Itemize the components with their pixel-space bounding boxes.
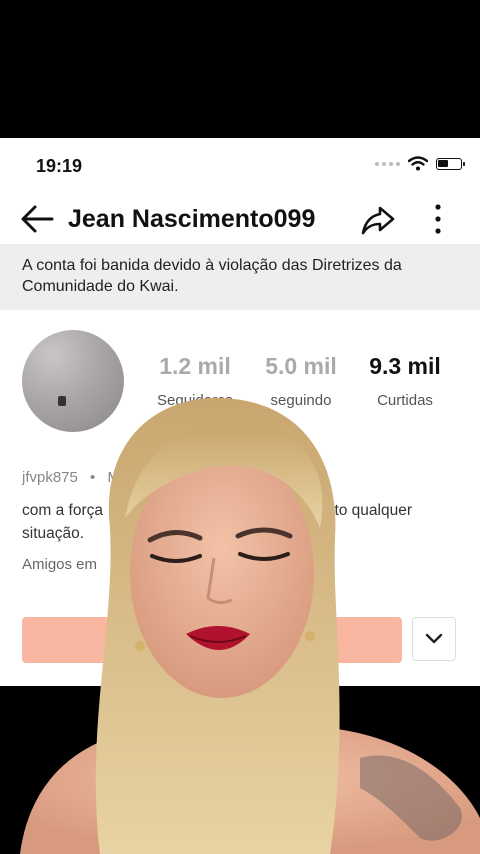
top-letterbox (0, 0, 480, 138)
back-arrow-icon[interactable] (20, 204, 56, 234)
status-bar: 19:19 (0, 138, 480, 190)
status-time: 19:19 (36, 156, 83, 176)
stat-value: 5.0 mil (265, 353, 337, 379)
wifi-icon (408, 156, 428, 171)
stat-value: 9.3 mil (369, 353, 441, 379)
stat-value: 1.2 mil (159, 353, 231, 379)
signal-icon (375, 161, 400, 166)
profile-name-title: Jean Nascimento099 (68, 205, 316, 233)
more-options-icon[interactable] (428, 202, 448, 236)
share-icon[interactable] (360, 202, 396, 238)
ban-notice: A conta foi banida devido à violação das… (0, 244, 480, 310)
person-overlay (20, 398, 480, 854)
top-nav: Jean Nascimento099 (0, 194, 480, 244)
battery-icon (436, 157, 465, 170)
status-icons (375, 156, 465, 171)
